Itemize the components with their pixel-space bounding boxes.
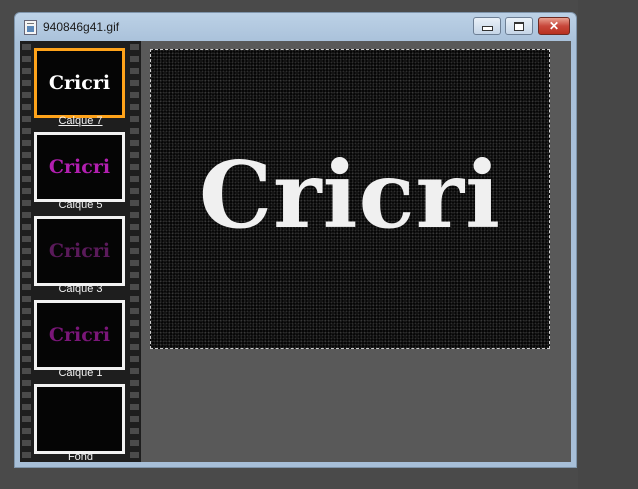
frame-thumbnail-calque-3[interactable]: Cricri <box>34 216 125 286</box>
maximize-button[interactable] <box>505 17 533 35</box>
image-window: 940846g41.gif ✕ Cricri Calque 7 Cricri C… <box>14 12 577 468</box>
frame-thumbnail-text: Cricri <box>48 324 111 346</box>
frame-thumbnail-fond[interactable] <box>34 384 125 454</box>
frame-thumbnail-calque-5[interactable]: Cricri <box>34 132 125 202</box>
minimize-button[interactable] <box>473 17 501 35</box>
close-button[interactable]: ✕ <box>538 17 570 35</box>
workspace: Cricri Calque 7 Cricri Calque 5 Cricri C… <box>20 41 571 463</box>
title-bar[interactable]: 940846g41.gif ✕ <box>15 13 576 41</box>
frame-label-calque-1[interactable]: Calque 1 <box>28 367 133 379</box>
frame-label-calque-7[interactable]: Calque 7 <box>28 115 133 127</box>
frame-thumbnail-calque-1[interactable]: Cricri <box>34 300 125 370</box>
frame-thumbnail-text: Cricri <box>48 156 111 178</box>
image-canvas[interactable]: Cricri <box>150 49 550 349</box>
maximize-icon <box>514 21 524 31</box>
frame-label-calque-5[interactable]: Calque 5 <box>28 199 133 211</box>
frame-label-calque-3[interactable]: Calque 3 <box>28 283 133 295</box>
film-sprocket-holes-right <box>130 41 139 462</box>
frame-thumbnail-text: Cricri <box>48 240 111 262</box>
frame-filmstrip: Cricri Calque 7 Cricri Calque 5 Cricri C… <box>20 41 141 463</box>
frame-label-fond[interactable]: Fond <box>28 451 133 463</box>
window-title: 940846g41.gif <box>43 20 120 34</box>
image-file-icon <box>24 20 37 35</box>
close-icon: ✕ <box>548 19 560 33</box>
minimize-icon <box>481 26 493 31</box>
frame-thumbnail-calque-7[interactable]: Cricri <box>34 48 125 118</box>
desktop-background <box>578 0 638 489</box>
frame-thumbnail-text: Cricri <box>48 72 111 94</box>
canvas-text: Cricri <box>198 141 502 249</box>
film-sprocket-holes-left <box>22 41 31 462</box>
